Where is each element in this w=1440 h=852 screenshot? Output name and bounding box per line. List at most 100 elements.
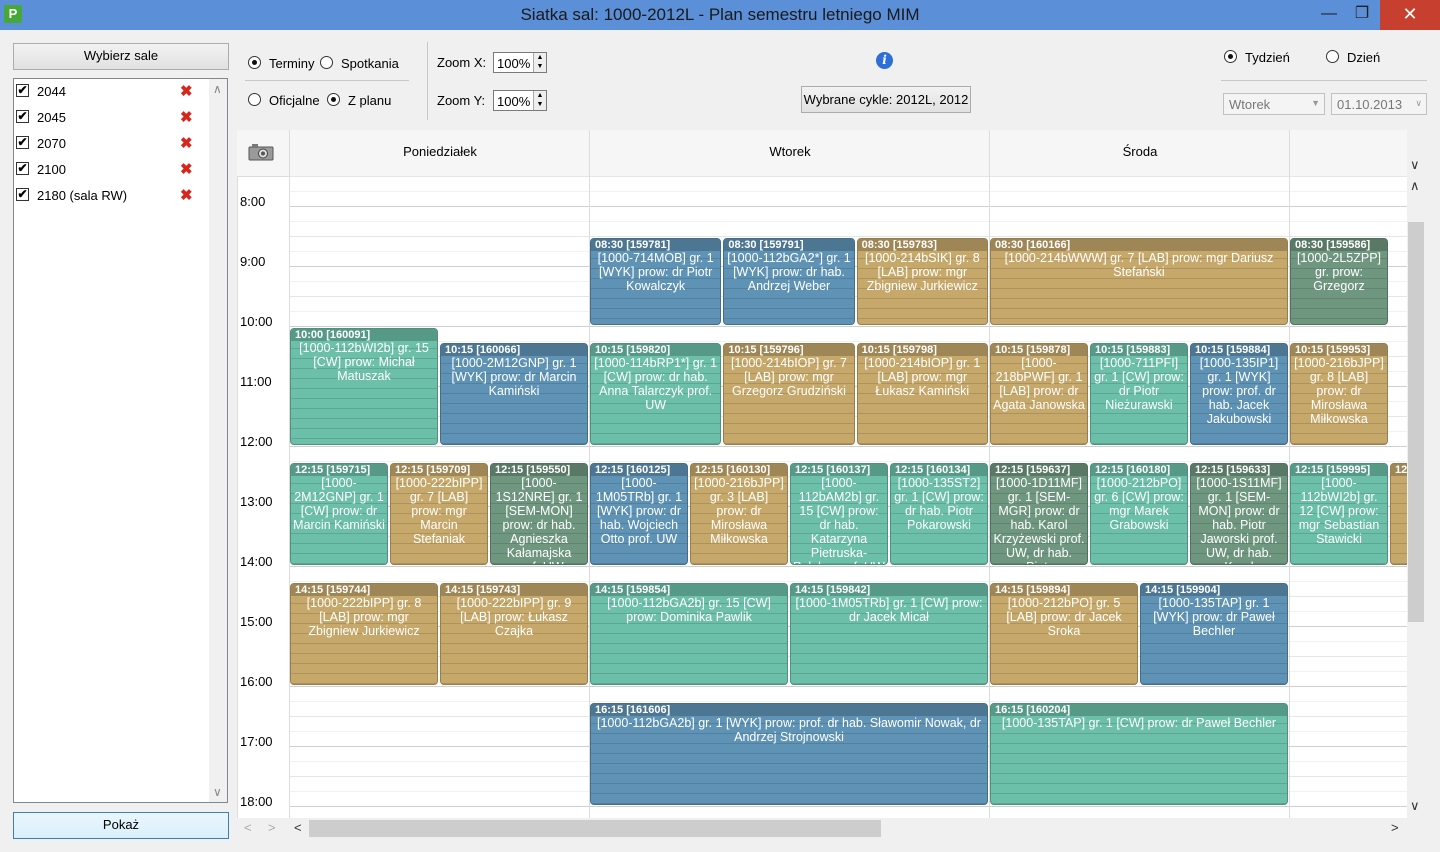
close-button[interactable]: ✕	[1380, 0, 1440, 30]
calendar-event[interactable]: 10:15 [159953] [1000-216bJPP] gr. 8 [LAB]…	[1290, 343, 1388, 445]
room-row[interactable]: ✔ 2045 ✖	[14, 105, 209, 131]
radio-oficjalne[interactable]	[248, 93, 261, 106]
room-row[interactable]: ✔ 2180 (sala RW) ✖	[14, 183, 209, 209]
calendar-event[interactable]: 14:15 [159904] [1000-135TAP] gr. 1 [WYK] …	[1140, 583, 1288, 685]
room-list[interactable]: ✔ 2044 ✖ ✔ 2045 ✖ ✔ 2070 ✖ ✔ 2100 ✖ ✔ 2180 (sala RW) ✖…	[13, 78, 228, 803]
remove-icon[interactable]: ✖	[180, 160, 193, 178]
room-row[interactable]: ✔ 2044 ✖	[14, 79, 209, 105]
show-button[interactable]: Pokaż	[13, 812, 229, 839]
chevron-up-icon[interactable]: ∧	[213, 82, 222, 96]
chevron-down-icon[interactable]: ∨	[213, 785, 222, 799]
label-spotkania: Spotkania	[341, 56, 399, 71]
calendar-event[interactable]: 12:15[1000	[1390, 463, 1407, 565]
calendar-event[interactable]: 12:15 [160137] [1000-112bAM2b] gr. 15 [CW…	[790, 463, 888, 565]
calendar-event[interactable]: 12:15 [159995] [1000-112bWI2b] gr. 12 [CW…	[1290, 463, 1388, 565]
remove-icon[interactable]: ✖	[180, 82, 193, 100]
chevron-down-icon[interactable]: ∨	[1410, 157, 1420, 173]
choose-rooms-button[interactable]: Wybierz sale	[13, 43, 229, 70]
calendar-event[interactable]: 14:15 [159894] [1000-212bPO] gr. 5 [LAB] …	[990, 583, 1138, 685]
minimize-button[interactable]: —	[1314, 0, 1344, 30]
chevron-down-icon[interactable]: ∨	[1410, 798, 1420, 814]
day-select[interactable]: Wtorek ▼	[1223, 93, 1325, 115]
info-icon[interactable]: i	[876, 52, 893, 69]
radio-spotkania[interactable]	[320, 56, 333, 69]
chevron-left-icon[interactable]: <	[294, 820, 302, 835]
calendar-event[interactable]: 10:15 [160066] [1000-2M12GNP] gr. 1 [WYK]…	[440, 343, 588, 445]
room-checkbox[interactable]: ✔	[16, 136, 29, 149]
calendar-event[interactable]: 12:15 [160130] [1000-216bJPP] gr. 3 [LAB]…	[690, 463, 788, 565]
spinner-arrows-icon[interactable]: ▲ ▼	[533, 53, 546, 72]
remove-icon[interactable]: ✖	[180, 108, 193, 126]
calendar-event[interactable]: 10:15 [159884] [1000-135IP1] gr. 1 [WYK] …	[1190, 343, 1288, 445]
radio-z-planu[interactable]	[327, 93, 340, 106]
chevron-up-icon[interactable]: ∧	[1410, 178, 1420, 194]
calendar-event[interactable]: 10:15 [159878] [1000-218bPWF] gr. 1 [LAB]…	[990, 343, 1088, 445]
room-row[interactable]: ✔ 2100 ✖	[14, 157, 209, 183]
grid-line	[289, 176, 1407, 177]
calendar-event[interactable]: 12:15 [159637] [1000-1D11MF] gr. 1 [SEM-M…	[990, 463, 1088, 565]
room-label: 2180 (sala RW)	[37, 188, 128, 203]
event-body: [1000-1M05TRb] gr. 1 [CW] prow: dr Jacek…	[795, 596, 983, 624]
calendar-event[interactable]: 10:15 [159798] [1000-214bIOP] gr. 1 [LAB]…	[856, 343, 988, 445]
calendar-event[interactable]: 08:30 [159781] [1000-714MOB] gr. 1 [WYK] …	[590, 238, 722, 325]
calendar-event[interactable]: 14:15 [159842] [1000-1M05TRb] gr. 1 [CW] …	[790, 583, 988, 685]
calendar-grid[interactable]: Poniedziałek Wtorek Środa 8:00 9:00 10:00 11:…	[237, 130, 1407, 818]
calendar-event[interactable]: 16:15 [161606] [1000-112bGA2b] gr. 1 [WYK…	[590, 703, 988, 805]
chevron-right-icon[interactable]: >	[268, 820, 276, 835]
calendar-event[interactable]: 10:15 [159820] [1000-114bRP1*] gr. 1 [CW]…	[590, 343, 722, 445]
calendar-event[interactable]: 12:15 [159633] [1000-1S11MF] gr. 1 [SEM-M…	[1190, 463, 1288, 565]
room-list-scrollbar[interactable]: ∧ ∨	[209, 79, 227, 802]
horizontal-scroll-thumb[interactable]	[309, 820, 881, 837]
radio-dzien[interactable]	[1326, 50, 1339, 63]
calendar-event[interactable]: 12:15 [160125] [1000-1M05TRb] gr. 1 [WYK]…	[590, 463, 688, 565]
calendar-event[interactable]: 12:15 [159715] [1000-2M12GNP] gr. 1 [CW] …	[290, 463, 388, 565]
calendar-event[interactable]: 14:15 [159744] [1000-222bIPP] gr. 8 [LAB]…	[290, 583, 438, 685]
room-checkbox[interactable]: ✔	[16, 188, 29, 201]
remove-icon[interactable]: ✖	[180, 134, 193, 152]
selected-cycles-button[interactable]: Wybrane cykle: 2012L, 2012	[801, 86, 971, 113]
calendar-event[interactable]: 14:15 [159854] [1000-112bGA2b] gr. 15 [CW…	[590, 583, 788, 685]
spinner-arrows-icon[interactable]: ▲ ▼	[533, 91, 546, 110]
calendar-event[interactable]: 12:15 [159709] [1000-222bIPP] gr. 7 [LAB]…	[390, 463, 488, 565]
calendar-event[interactable]: 10:15 [159883] [1000-711PFI] gr. 1 [CW] p…	[1090, 343, 1188, 445]
zoom-x-spinner[interactable]: 100% ▲ ▼	[493, 52, 547, 73]
room-checkbox[interactable]: ✔	[16, 162, 29, 175]
room-checkbox[interactable]: ✔	[16, 84, 29, 97]
time-grid[interactable]: 8:00 9:00 10:00 11:00 12:00 13:00 14:00 15:00 16…	[237, 176, 1407, 818]
zoom-x-label: Zoom X:	[437, 55, 487, 70]
vertical-scroll-thumb[interactable]	[1408, 222, 1424, 622]
event-body: [1000-212bPO] gr. 6 [CW] prow: mgr Marek…	[1094, 476, 1184, 532]
calendar-event[interactable]: 08:30 [159586] [1000-2L5ZPP] gr. prow: Gr…	[1290, 238, 1388, 325]
maximize-button[interactable]: ❐	[1347, 0, 1377, 30]
calendar-event[interactable]: 08:30 [160166] [1000-214bWWW] gr. 7 [LAB]…	[990, 238, 1288, 325]
room-label: 2070	[37, 136, 66, 151]
event-body: [1000-2M12GNP] gr. 1 [WYK] prow: dr Marc…	[451, 356, 577, 398]
remove-icon[interactable]: ✖	[180, 186, 193, 204]
event-body: [1000-222bIPP] gr. 7 [LAB] prow: mgr Mar…	[395, 476, 483, 546]
chevron-right-icon[interactable]: >	[1391, 820, 1399, 835]
event-header: 12:15 [160137]	[791, 464, 887, 476]
calendar-event[interactable]: 12:15 [159550] [1000-1S12NRE] gr. 1 [SEM-…	[490, 463, 588, 565]
calendar-event[interactable]: 16:15 [160204] [1000-135TAP] gr. 1 [CW] p…	[990, 703, 1288, 805]
radio-tydzien[interactable]	[1224, 50, 1237, 63]
event-body: [1000-112bAM2b] gr. 15 [CW] prow: dr hab…	[793, 476, 885, 564]
calendar-event[interactable]: 10:15 [159796] [1000-214bIOP] gr. 7 [LAB]…	[723, 343, 855, 445]
grid-subline	[289, 341, 1407, 342]
calendar-event[interactable]: 12:15 [160134] [1000-135ST2] gr. 1 [CW] p…	[890, 463, 988, 565]
event-header: 14:15 [159842]	[791, 584, 987, 596]
zoom-y-spinner[interactable]: 100% ▲ ▼	[493, 90, 547, 111]
event-body: [1000-212bPO] gr. 5 [LAB] prow: dr Jacek…	[1006, 596, 1122, 638]
camera-icon[interactable]	[248, 143, 274, 161]
event-header: 12:15 [160134]	[891, 464, 987, 476]
room-row[interactable]: ✔ 2070 ✖	[14, 131, 209, 157]
date-select[interactable]: 01.10.2013 ∨	[1331, 93, 1427, 115]
radio-terminy[interactable]	[248, 56, 261, 69]
event-body: [1000-214bSIK] gr. 8 [LAB] prow: mgr Zbi…	[864, 251, 980, 293]
calendar-event[interactable]: 12:15 [160180] [1000-212bPO] gr. 6 [CW] p…	[1090, 463, 1188, 565]
calendar-event[interactable]: 08:30 [159783] [1000-214bSIK] gr. 8 [LAB]…	[856, 238, 988, 325]
calendar-event[interactable]: 08:30 [159791] [1000-112bGA2*] gr. 1 [WYK…	[723, 238, 855, 325]
calendar-event[interactable]: 14:15 [159743] [1000-222bIPP] gr. 9 [LAB]…	[440, 583, 588, 685]
calendar-event[interactable]: 10:00 [160091] [1000-112bWI2b] gr. 15 [CW…	[290, 328, 438, 445]
room-checkbox[interactable]: ✔	[16, 110, 29, 123]
chevron-left-icon[interactable]: <	[244, 820, 252, 835]
